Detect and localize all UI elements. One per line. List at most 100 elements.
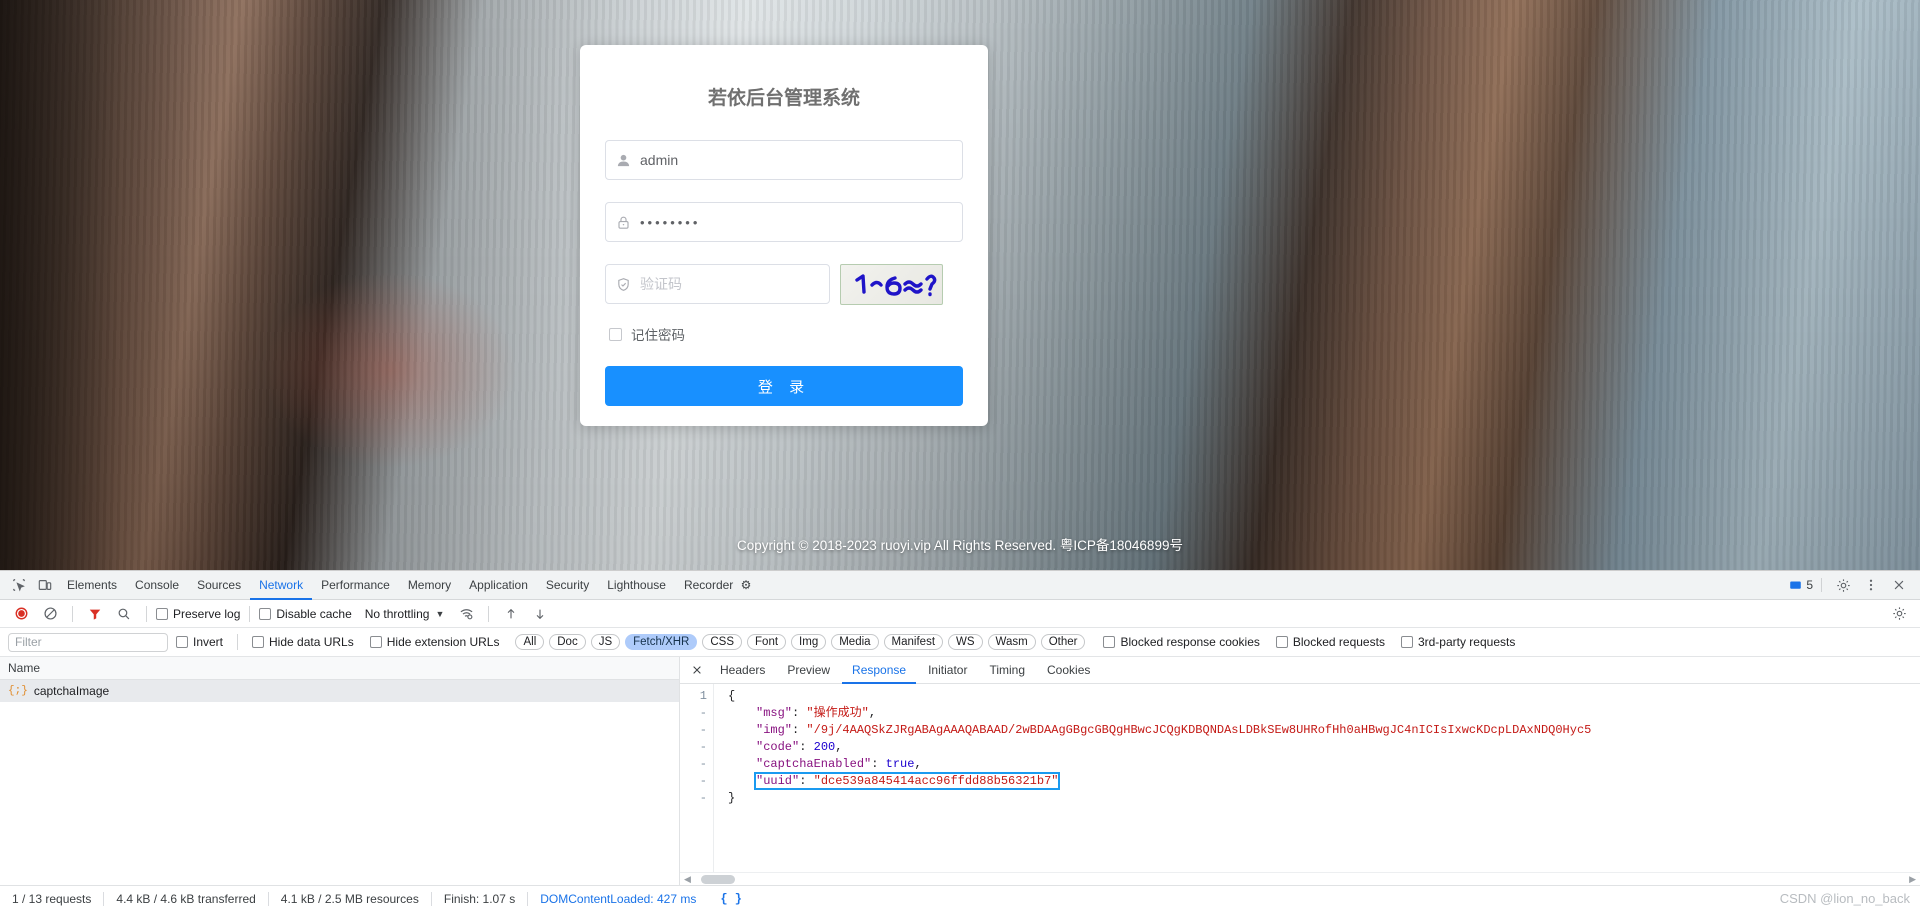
browser-viewport: 若依后台管理系统 •••••••• bbox=[0, 0, 1920, 570]
preserve-log-checkbox[interactable]: Preserve log bbox=[156, 607, 240, 621]
username-field[interactable] bbox=[605, 140, 963, 180]
username-input[interactable] bbox=[640, 141, 962, 179]
json-value: "/9j/4AAQSkZJRgABAgAAAQABAAD/2wBDAAgGBgc… bbox=[806, 723, 1592, 737]
invert-checkbox[interactable]: Invert bbox=[176, 635, 223, 649]
search-icon[interactable] bbox=[111, 601, 137, 627]
tab-memory[interactable]: Memory bbox=[399, 571, 460, 600]
export-har-icon[interactable] bbox=[527, 601, 553, 627]
horizontal-scrollbar[interactable]: ◀ ▶ bbox=[680, 872, 1920, 885]
column-header-name: Name bbox=[8, 661, 41, 675]
blocked-response-cookies-checkbox[interactable]: Blocked response cookies bbox=[1103, 635, 1260, 649]
detail-tab-timing[interactable]: Timing bbox=[979, 657, 1035, 684]
tab-elements[interactable]: Elements bbox=[58, 571, 126, 600]
tab-console[interactable]: Console bbox=[126, 571, 188, 600]
scroll-left-icon[interactable]: ◀ bbox=[684, 874, 691, 885]
screen: 若依后台管理系统 •••••••• bbox=[0, 0, 1920, 911]
line-number: - bbox=[699, 791, 707, 805]
code-line: { bbox=[728, 688, 1920, 705]
tab-performance[interactable]: Performance bbox=[312, 571, 399, 600]
chip-ws[interactable]: WS bbox=[948, 634, 983, 650]
third-party-requests-label: 3rd-party requests bbox=[1417, 635, 1516, 649]
network-conditions-icon[interactable] bbox=[453, 601, 479, 627]
status-finish: Finish: 1.07 s bbox=[432, 891, 529, 906]
captcha-field[interactable] bbox=[605, 264, 831, 304]
response-code[interactable]: { "msg": "操作成功", "img": "/9j/4AAQSkZJRgA… bbox=[714, 684, 1920, 872]
chip-wasm[interactable]: Wasm bbox=[987, 634, 1036, 650]
captcha-row bbox=[605, 264, 963, 324]
tab-security[interactable]: Security bbox=[537, 571, 598, 600]
network-filter-bar: Invert Hide data URLs Hide extension URL… bbox=[0, 628, 1920, 657]
devtools-panel: Elements Console Sources Network Perform… bbox=[0, 570, 1920, 911]
table-row[interactable]: {;} captchaImage bbox=[0, 680, 679, 702]
toolbar-separator-3 bbox=[249, 605, 251, 622]
checkbox-box bbox=[369, 636, 382, 648]
device-toolbar-icon[interactable] bbox=[32, 572, 58, 598]
tab-application[interactable]: Application bbox=[460, 571, 537, 600]
hide-data-urls-checkbox[interactable]: Hide data URLs bbox=[252, 635, 354, 649]
filter-input[interactable] bbox=[8, 632, 168, 652]
chip-manifest[interactable]: Manifest bbox=[883, 634, 944, 650]
throttling-dropdown[interactable]: No throttling ▼ bbox=[365, 607, 445, 621]
inspect-element-icon[interactable] bbox=[6, 572, 32, 598]
record-button[interactable] bbox=[8, 601, 34, 627]
gear-icon[interactable] bbox=[1830, 572, 1856, 598]
filter-icon[interactable] bbox=[82, 601, 108, 627]
json-value: 200 bbox=[813, 740, 836, 754]
selected-json-entry[interactable]: "uuid": "dce539a845414acc96ffdd88b56321b… bbox=[753, 772, 1061, 790]
tab-network[interactable]: Network bbox=[250, 571, 312, 600]
scrollbar-track[interactable] bbox=[695, 874, 1905, 884]
request-list-pane: Name {;} captchaImage bbox=[0, 657, 680, 885]
detail-tab-initiator[interactable]: Initiator bbox=[918, 657, 977, 684]
request-detail-pane: Headers Preview Response Initiator Timin… bbox=[680, 657, 1920, 885]
line-number: - bbox=[699, 706, 707, 720]
detail-tab-cookies[interactable]: Cookies bbox=[1037, 657, 1100, 684]
chip-img[interactable]: Img bbox=[791, 634, 827, 650]
captcha-input[interactable] bbox=[640, 265, 831, 303]
user-icon bbox=[606, 153, 640, 168]
login-button[interactable]: 登 录 bbox=[605, 366, 963, 406]
chip-js[interactable]: JS bbox=[590, 634, 621, 650]
chip-media[interactable]: Media bbox=[831, 634, 879, 650]
password-input[interactable]: •••••••• bbox=[640, 215, 700, 230]
message-badge[interactable]: 5 bbox=[1789, 578, 1822, 592]
scrollbar-thumb[interactable] bbox=[700, 874, 735, 884]
shield-icon bbox=[606, 277, 640, 292]
import-har-icon[interactable] bbox=[498, 601, 524, 627]
detail-tab-preview[interactable]: Preview bbox=[777, 657, 840, 684]
chip-other[interactable]: Other bbox=[1040, 634, 1086, 650]
chip-fetch-xhr[interactable]: Fetch/XHR bbox=[625, 634, 698, 650]
password-field[interactable]: •••••••• bbox=[605, 202, 963, 242]
json-comma: , bbox=[835, 740, 843, 754]
captcha-image[interactable] bbox=[840, 264, 943, 305]
checkbox-box bbox=[1103, 636, 1116, 648]
line-number-gutter: 1 - - - - - - bbox=[680, 684, 714, 872]
chip-all[interactable]: All bbox=[515, 634, 545, 650]
tab-recorder[interactable]: Recorder ⚙ bbox=[675, 571, 760, 600]
network-settings-icon[interactable] bbox=[1886, 601, 1912, 627]
checkbox-box bbox=[176, 636, 188, 648]
chip-css[interactable]: CSS bbox=[702, 634, 743, 650]
remember-password-checkbox[interactable]: 记住密码 bbox=[609, 324, 963, 344]
tab-sources[interactable]: Sources bbox=[188, 571, 250, 600]
disable-cache-checkbox[interactable]: Disable cache bbox=[259, 607, 352, 621]
detail-tab-response[interactable]: Response bbox=[842, 657, 916, 684]
chip-font[interactable]: Font bbox=[747, 634, 787, 650]
tab-lighthouse[interactable]: Lighthouse bbox=[598, 571, 675, 600]
pretty-print-icon[interactable]: { } bbox=[708, 892, 742, 906]
watermark: CSDN @lion_no_back bbox=[1779, 891, 1910, 906]
hide-extension-urls-checkbox[interactable]: Hide extension URLs bbox=[369, 635, 499, 649]
scroll-right-icon[interactable]: ▶ bbox=[1909, 874, 1916, 885]
chip-doc[interactable]: Doc bbox=[549, 634, 586, 650]
third-party-requests-checkbox[interactable]: 3rd-party requests bbox=[1400, 635, 1516, 649]
close-detail-icon[interactable] bbox=[686, 664, 708, 676]
json-open-brace: { bbox=[728, 689, 736, 703]
devtools-tabbar: Elements Console Sources Network Perform… bbox=[0, 571, 1920, 600]
close-icon[interactable] bbox=[1886, 572, 1912, 598]
detail-tab-headers[interactable]: Headers bbox=[710, 657, 775, 684]
clear-button[interactable] bbox=[37, 601, 63, 627]
blocked-requests-checkbox[interactable]: Blocked requests bbox=[1275, 635, 1385, 649]
code-line: "img": "/9j/4AAQSkZJRgABAgAAAQABAAD/2wBD… bbox=[756, 723, 1592, 737]
json-comma: , bbox=[868, 706, 877, 720]
more-options-icon[interactable] bbox=[1858, 572, 1884, 598]
network-body: Name {;} captchaImage Headers Preview Re… bbox=[0, 657, 1920, 885]
